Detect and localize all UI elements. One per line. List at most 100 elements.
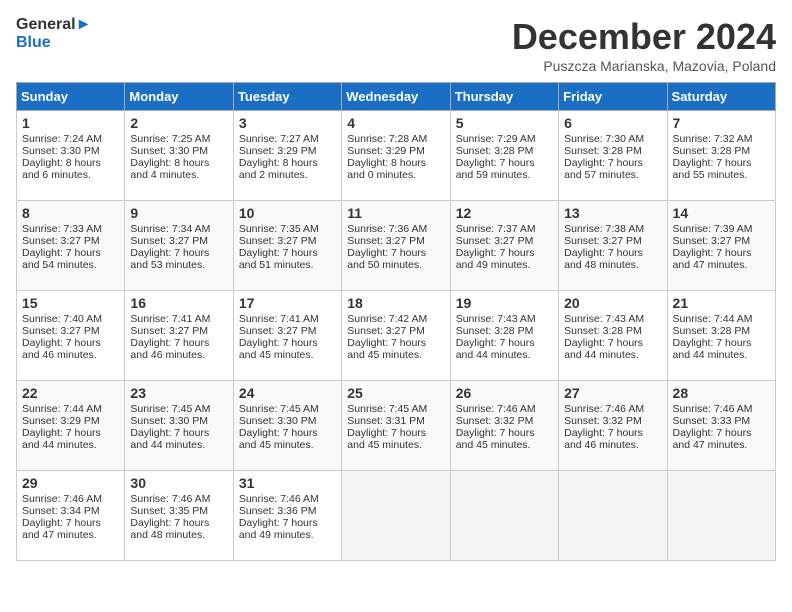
- day-number: 1: [22, 115, 119, 131]
- calendar-cell: 23Sunrise: 7:45 AMSunset: 3:30 PMDayligh…: [125, 381, 233, 471]
- calendar-cell: [667, 471, 775, 561]
- daylight: Daylight: 7 hours and 45 minutes.: [239, 427, 318, 451]
- day-number: 13: [564, 205, 661, 221]
- sunrise: Sunrise: 7:44 AM: [22, 403, 102, 415]
- header-cell-sunday: Sunday: [17, 83, 125, 111]
- sunset: Sunset: 3:27 PM: [22, 325, 100, 337]
- daylight: Daylight: 7 hours and 51 minutes.: [239, 247, 318, 271]
- day-number: 18: [347, 295, 444, 311]
- day-number: 12: [456, 205, 553, 221]
- logo: General Blue General► Blue: [16, 16, 91, 51]
- calendar-cell: 3Sunrise: 7:27 AMSunset: 3:29 PMDaylight…: [233, 111, 341, 201]
- day-number: 9: [130, 205, 227, 221]
- daylight: Daylight: 8 hours and 0 minutes.: [347, 157, 426, 181]
- day-number: 3: [239, 115, 336, 131]
- day-number: 2: [130, 115, 227, 131]
- calendar-cell: 18Sunrise: 7:42 AMSunset: 3:27 PMDayligh…: [342, 291, 450, 381]
- daylight: Daylight: 7 hours and 48 minutes.: [130, 517, 209, 541]
- sunset: Sunset: 3:27 PM: [239, 325, 317, 337]
- daylight: Daylight: 7 hours and 44 minutes.: [564, 337, 643, 361]
- sunrise: Sunrise: 7:33 AM: [22, 223, 102, 235]
- calendar-cell: 17 Sunrise: 7:41 AMSunset: 3:27 PMDayligh…: [233, 291, 341, 381]
- header-cell-thursday: Thursday: [450, 83, 558, 111]
- day-number: 20: [564, 295, 661, 311]
- sunset: Sunset: 3:28 PM: [673, 145, 751, 157]
- day-number: 24: [239, 385, 336, 401]
- daylight: Daylight: 7 hours and 44 minutes.: [22, 427, 101, 451]
- calendar-cell: 28Sunrise: 7:46 AMSunset: 3:33 PMDayligh…: [667, 381, 775, 471]
- sunrise: Sunrise: 7:27 AM: [239, 133, 319, 145]
- sunset: Sunset: 3:28 PM: [564, 325, 642, 337]
- daylight: Daylight: 7 hours and 45 minutes.: [347, 427, 426, 451]
- calendar-cell: 16Sunrise: 7:41 AMSunset: 3:27 PMDayligh…: [125, 291, 233, 381]
- sunset: Sunset: 3:31 PM: [347, 415, 425, 427]
- calendar-cell: 2Sunrise: 7:25 AMSunset: 3:30 PMDaylight…: [125, 111, 233, 201]
- sunset: Sunset: 3:27 PM: [22, 235, 100, 247]
- week-row-3: 15Sunrise: 7:40 AMSunset: 3:27 PMDayligh…: [17, 291, 776, 381]
- daylight: Daylight: 7 hours and 57 minutes.: [564, 157, 643, 181]
- daylight: Daylight: 7 hours and 48 minutes.: [564, 247, 643, 271]
- calendar-cell: 9Sunrise: 7:34 AMSunset: 3:27 PMDaylight…: [125, 201, 233, 291]
- sunset: Sunset: 3:27 PM: [347, 235, 425, 247]
- page-header: General Blue General► Blue December 2024…: [16, 16, 776, 74]
- sunrise: Sunrise: 7:24 AM: [22, 133, 102, 145]
- sunrise: Sunrise: 7:39 AM: [673, 223, 753, 235]
- sunrise: Sunrise: 7:36 AM: [347, 223, 427, 235]
- sunset: Sunset: 3:27 PM: [130, 235, 208, 247]
- calendar-cell: 14Sunrise: 7:39 AMSunset: 3:27 PMDayligh…: [667, 201, 775, 291]
- location: Puszcza Marianska, Mazovia, Poland: [512, 58, 776, 74]
- day-number: 14: [673, 205, 770, 221]
- sunrise: Sunrise: 7:25 AM: [130, 133, 210, 145]
- calendar-cell: 8Sunrise: 7:33 AMSunset: 3:27 PMDaylight…: [17, 201, 125, 291]
- calendar-cell: 1Sunrise: 7:24 AMSunset: 3:30 PMDaylight…: [17, 111, 125, 201]
- calendar-cell: 4Sunrise: 7:28 AMSunset: 3:29 PMDaylight…: [342, 111, 450, 201]
- sunset: Sunset: 3:29 PM: [239, 145, 317, 157]
- sunrise: Sunrise: 7:44 AM: [673, 313, 753, 325]
- daylight: Daylight: 7 hours and 47 minutes.: [673, 427, 752, 451]
- calendar-cell: 27Sunrise: 7:46 AMSunset: 3:32 PMDayligh…: [559, 381, 667, 471]
- day-number: 29: [22, 475, 119, 491]
- sunset: Sunset: 3:32 PM: [564, 415, 642, 427]
- calendar-cell: 26Sunrise: 7:46 AMSunset: 3:32 PMDayligh…: [450, 381, 558, 471]
- day-number: 17: [239, 295, 336, 311]
- daylight: Daylight: 7 hours and 45 minutes.: [347, 337, 426, 361]
- sunrise: Sunrise: 7:37 AM: [456, 223, 536, 235]
- calendar-cell: 29Sunrise: 7:46 AMSunset: 3:34 PMDayligh…: [17, 471, 125, 561]
- sunset: Sunset: 3:29 PM: [22, 415, 100, 427]
- sunrise: Sunrise: 7:32 AM: [673, 133, 753, 145]
- daylight: Daylight: 7 hours and 47 minutes.: [673, 247, 752, 271]
- day-number: 31: [239, 475, 336, 491]
- daylight: Daylight: 7 hours and 46 minutes.: [22, 337, 101, 361]
- week-row-2: 8Sunrise: 7:33 AMSunset: 3:27 PMDaylight…: [17, 201, 776, 291]
- calendar-cell: [559, 471, 667, 561]
- sunrise: Sunrise: 7:46 AM: [673, 403, 753, 415]
- header-cell-wednesday: Wednesday: [342, 83, 450, 111]
- sunrise: Sunrise: 7:46 AM: [239, 493, 319, 505]
- day-number: 28: [673, 385, 770, 401]
- sunrise: Sunrise: 7:30 AM: [564, 133, 644, 145]
- day-number: 26: [456, 385, 553, 401]
- sunset: Sunset: 3:30 PM: [130, 145, 208, 157]
- day-number: 30: [130, 475, 227, 491]
- sunrise: Sunrise: 7:46 AM: [456, 403, 536, 415]
- sunset: Sunset: 3:28 PM: [456, 145, 534, 157]
- sunrise: Sunrise: 7:40 AM: [22, 313, 102, 325]
- week-row-5: 29Sunrise: 7:46 AMSunset: 3:34 PMDayligh…: [17, 471, 776, 561]
- sunrise: Sunrise: 7:43 AM: [456, 313, 536, 325]
- sunrise: Sunrise: 7:45 AM: [239, 403, 319, 415]
- daylight: Daylight: 7 hours and 44 minutes.: [673, 337, 752, 361]
- day-number: 25: [347, 385, 444, 401]
- header-cell-tuesday: Tuesday: [233, 83, 341, 111]
- day-number: 7: [673, 115, 770, 131]
- header-cell-monday: Monday: [125, 83, 233, 111]
- sunrise: Sunrise: 7:38 AM: [564, 223, 644, 235]
- daylight: Daylight: 7 hours and 47 minutes.: [22, 517, 101, 541]
- week-row-4: 22Sunrise: 7:44 AMSunset: 3:29 PMDayligh…: [17, 381, 776, 471]
- sunset: Sunset: 3:27 PM: [130, 325, 208, 337]
- logo-text-line2: Blue: [16, 34, 91, 52]
- sunrise: Sunrise: 7:41 AM: [239, 313, 319, 325]
- sunset: Sunset: 3:30 PM: [239, 415, 317, 427]
- calendar-cell: 21Sunrise: 7:44 AMSunset: 3:28 PMDayligh…: [667, 291, 775, 381]
- daylight: Daylight: 7 hours and 45 minutes.: [239, 337, 318, 361]
- sunrise: Sunrise: 7:42 AM: [347, 313, 427, 325]
